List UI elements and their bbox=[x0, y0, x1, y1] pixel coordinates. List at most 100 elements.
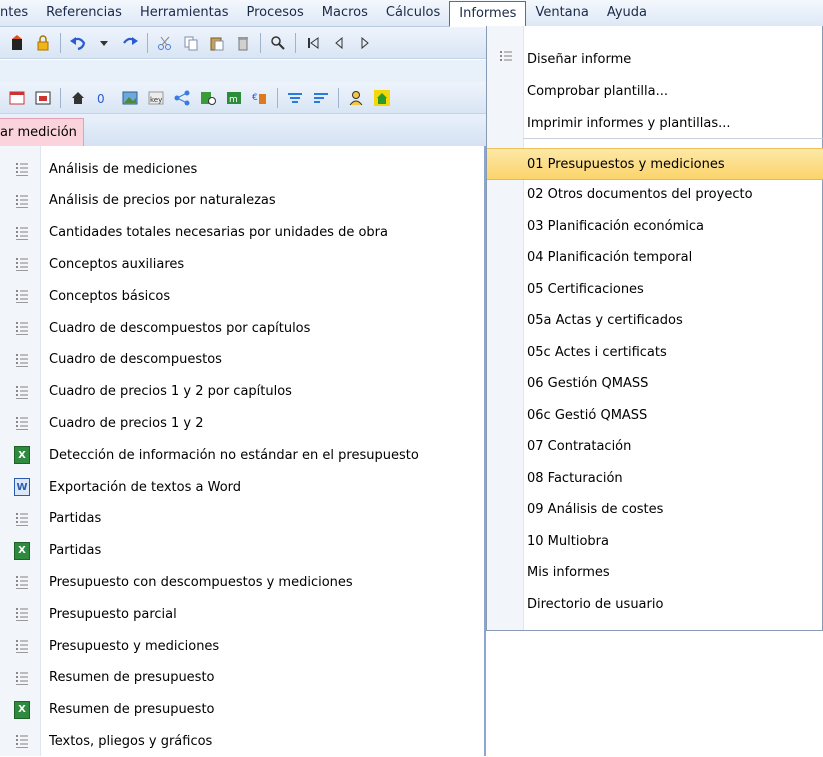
report-item[interactable]: Cuadro de descompuestos por capítulos bbox=[0, 312, 484, 344]
image-icon[interactable] bbox=[119, 87, 141, 109]
report-item[interactable]: Presupuesto con descompuestos y medicion… bbox=[0, 566, 484, 598]
share-icon[interactable] bbox=[171, 87, 193, 109]
informes-category-label: 09 Análisis de costes bbox=[527, 502, 664, 517]
report-item[interactable]: X Partidas bbox=[0, 535, 484, 567]
tab-medicion[interactable]: ar medición bbox=[0, 118, 84, 147]
calendar-icon[interactable] bbox=[32, 87, 54, 109]
menu-item-ventana[interactable]: Ventana bbox=[526, 2, 597, 24]
informes-category-label: 04 Planificación temporal bbox=[527, 250, 693, 265]
report-item-label: Exportación de textos a Word bbox=[49, 479, 242, 495]
informes-category-item[interactable]: Directorio de usuario bbox=[487, 589, 823, 619]
menu-item-imprimir-informes[interactable]: Imprimir informes y plantillas... bbox=[487, 108, 823, 138]
list-icon bbox=[499, 49, 513, 69]
informes-category-item[interactable]: 03 Planificación económica bbox=[487, 211, 823, 241]
number-icon[interactable]: 0 bbox=[93, 87, 115, 109]
informes-category-item[interactable]: 04 Planificación temporal bbox=[487, 243, 823, 273]
measure-icon[interactable]: m bbox=[223, 87, 245, 109]
report-item-label: Presupuesto y mediciones bbox=[49, 638, 220, 654]
informes-category-item[interactable]: 05c Actes i certificats bbox=[487, 337, 823, 367]
list-icon bbox=[10, 729, 34, 753]
first-record-icon[interactable] bbox=[302, 32, 324, 54]
report-item-label: Cuadro de precios 1 y 2 bbox=[49, 415, 204, 431]
list-icon bbox=[10, 666, 34, 690]
excel-icon: X bbox=[10, 539, 34, 563]
informes-category-item[interactable]: Mis informes bbox=[487, 558, 823, 588]
informes-category-item[interactable]: 09 Análisis de costes bbox=[487, 495, 823, 525]
informes-category-item[interactable]: 06 Gestión QMASS bbox=[487, 369, 823, 399]
menu-item-ntes[interactable]: ntes bbox=[0, 2, 37, 24]
euro-icon[interactable]: € bbox=[249, 87, 271, 109]
excel-icon: X bbox=[10, 698, 34, 722]
report-item[interactable]: Resumen de presupuesto bbox=[0, 662, 484, 694]
menu-item-disenar-informe[interactable]: Diseñar informe bbox=[487, 44, 823, 74]
report-item[interactable]: Análisis de mediciones bbox=[0, 153, 484, 185]
report-item-label: Conceptos auxiliares bbox=[49, 256, 185, 272]
list-icon bbox=[10, 252, 34, 276]
chevron-down-icon[interactable] bbox=[93, 32, 115, 54]
report-item[interactable]: Análisis de precios por naturalezas bbox=[0, 185, 484, 217]
report-item[interactable]: W Exportación de textos a Word bbox=[0, 471, 484, 503]
new-icon[interactable] bbox=[6, 32, 28, 54]
cut-icon[interactable] bbox=[154, 32, 176, 54]
search-icon[interactable] bbox=[267, 32, 289, 54]
menu-item-comprobar-plantilla[interactable]: Comprobar plantilla... bbox=[487, 76, 823, 106]
report-item[interactable]: Cantidades totales necesarias por unidad… bbox=[0, 217, 484, 249]
informes-category-label: Mis informes bbox=[527, 565, 610, 580]
svg-text:0: 0 bbox=[97, 92, 105, 106]
list-icon bbox=[10, 634, 34, 658]
informes-category-label: 06c Gestió QMASS bbox=[527, 407, 648, 423]
undo-icon[interactable] bbox=[67, 32, 89, 54]
informes-category-item[interactable]: 02 Otros documentos del proyecto bbox=[487, 180, 823, 210]
menu-item-calculos[interactable]: Cálculos bbox=[377, 2, 449, 24]
report-item[interactable]: Partidas bbox=[0, 503, 484, 535]
report-item[interactable]: X Detección de información no estándar en… bbox=[0, 439, 484, 471]
menu-item-herramientas[interactable]: Herramientas bbox=[131, 2, 238, 24]
delete-icon[interactable] bbox=[232, 32, 254, 54]
informes-category-item[interactable]: 06c Gestió QMASS bbox=[487, 400, 823, 430]
menu-item-procesos[interactable]: Procesos bbox=[238, 2, 313, 24]
filter-icon[interactable] bbox=[284, 87, 306, 109]
informes-category-label: 02 Otros documentos del proyecto bbox=[527, 187, 753, 202]
informes-dropdown: Diseñar informe Comprobar plantilla... I… bbox=[486, 26, 823, 631]
report-item[interactable]: Conceptos auxiliares bbox=[0, 248, 484, 280]
informes-category-item[interactable]: 01 Presupuestos y mediciones bbox=[487, 148, 823, 180]
informes-category-item[interactable]: 05 Certificaciones bbox=[487, 274, 823, 304]
menu-item-informes[interactable]: Informes bbox=[449, 1, 527, 27]
list-icon bbox=[10, 411, 34, 435]
informes-category-item[interactable]: 05a Actas y certificados bbox=[487, 306, 823, 336]
window-icon[interactable] bbox=[6, 87, 28, 109]
report-item[interactable]: Conceptos básicos bbox=[0, 280, 484, 312]
menu-item-referencias[interactable]: Referencias bbox=[37, 2, 131, 24]
lock-icon[interactable] bbox=[32, 32, 54, 54]
report-item[interactable]: X Resumen de presupuesto bbox=[0, 694, 484, 726]
copy-icon[interactable] bbox=[180, 32, 202, 54]
informes-category-label: Directorio de usuario bbox=[527, 596, 664, 612]
user-icon[interactable] bbox=[345, 87, 367, 109]
informes-category-label: 08 Facturación bbox=[527, 470, 623, 486]
report-item-label: Detección de información no estándar en … bbox=[49, 447, 419, 463]
previous-icon[interactable] bbox=[328, 32, 350, 54]
paste-icon[interactable] bbox=[206, 32, 228, 54]
report-item[interactable]: Cuadro de descompuestos bbox=[0, 344, 484, 376]
list-icon bbox=[10, 284, 34, 308]
toolbar-tools: 0 key m € bbox=[0, 82, 488, 114]
report-item[interactable]: Cuadro de precios 1 y 2 por capítulos bbox=[0, 376, 484, 408]
next-icon[interactable] bbox=[354, 32, 376, 54]
report-item[interactable]: Presupuesto parcial bbox=[0, 598, 484, 630]
report-item[interactable]: Presupuesto y mediciones bbox=[0, 630, 484, 662]
align-icon[interactable] bbox=[310, 87, 332, 109]
menu-item-macros[interactable]: Macros bbox=[313, 2, 377, 24]
schedule-icon[interactable] bbox=[197, 87, 219, 109]
report-item-label: Presupuesto parcial bbox=[49, 606, 177, 622]
report-item[interactable]: Cuadro de precios 1 y 2 bbox=[0, 407, 484, 439]
report-item[interactable]: Textos, pliegos y gráficos bbox=[0, 725, 484, 757]
report-item-label: Conceptos básicos bbox=[49, 288, 171, 304]
informes-category-item[interactable]: 10 Multiobra bbox=[487, 526, 823, 556]
informes-category-item[interactable]: 08 Facturación bbox=[487, 463, 823, 493]
key-icon[interactable]: key bbox=[145, 87, 167, 109]
menu-item-ayuda[interactable]: Ayuda bbox=[598, 2, 656, 24]
informes-category-item[interactable]: 07 Contratación bbox=[487, 432, 823, 462]
redo-icon[interactable] bbox=[119, 32, 141, 54]
home-green-icon[interactable] bbox=[371, 87, 393, 109]
house-icon[interactable] bbox=[67, 87, 89, 109]
